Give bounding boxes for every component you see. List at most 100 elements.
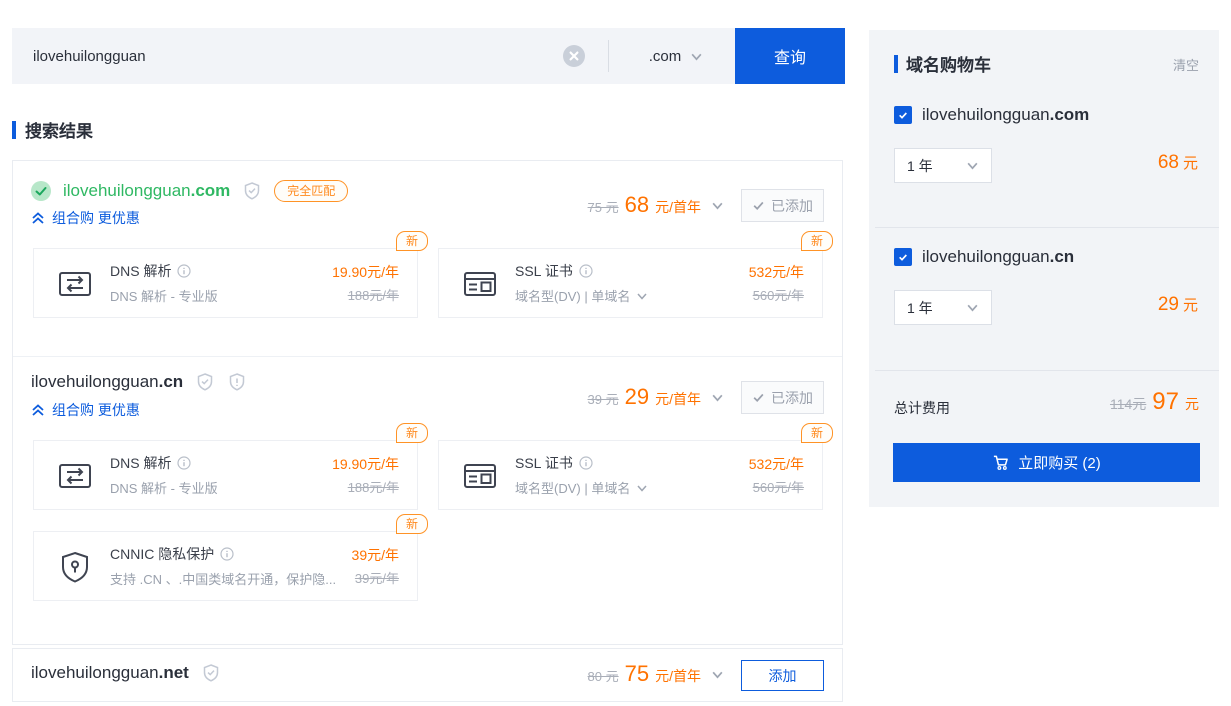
- exact-match-badge: 完全匹配: [274, 180, 348, 202]
- search-bar: .com 查询: [12, 28, 845, 84]
- addon-subtitle: 支持 .CN 、.中国类域名开通，保护隐...: [110, 569, 336, 588]
- tld-selector[interactable]: .com: [620, 28, 732, 84]
- check-icon: [752, 391, 765, 404]
- chevron-down-icon: [636, 482, 648, 494]
- info-icon[interactable]: [177, 264, 191, 278]
- chevron-down-icon: [690, 50, 703, 63]
- new-badge: 新: [396, 514, 428, 534]
- price-expand-chevron-icon[interactable]: [711, 391, 724, 404]
- shield-check-icon[interactable]: [201, 663, 221, 683]
- addon-subtitle: DNS 解析 - 专业版: [110, 478, 218, 497]
- info-icon[interactable]: [579, 264, 593, 278]
- old-price: 39 元: [588, 389, 619, 408]
- info-icon[interactable]: [579, 456, 593, 470]
- dns-icon: [57, 266, 93, 302]
- privacy-shield-icon: [57, 549, 93, 585]
- added-button-cn[interactable]: 已添加: [741, 381, 824, 414]
- price-expand-chevron-icon[interactable]: [711, 668, 724, 681]
- cart-divider: [875, 370, 1219, 371]
- added-button-com[interactable]: 已添加: [741, 189, 824, 222]
- buy-now-button[interactable]: 立即购买 (2): [893, 443, 1200, 482]
- addon-old-price: 560元/年: [753, 477, 804, 496]
- add-button-net[interactable]: 添加: [741, 660, 824, 691]
- new-badge: 新: [801, 231, 833, 251]
- tld-selected-value: .com: [649, 48, 682, 65]
- current-price: 29: [625, 384, 649, 410]
- addon-subtitle: DNS 解析 - 专业版: [110, 286, 218, 305]
- addon-old-price: 188元/年: [348, 285, 399, 304]
- addon-price: 532元/年: [749, 454, 804, 474]
- search-divider: [608, 40, 609, 72]
- double-chevron-up-icon: [31, 211, 45, 225]
- result-domain-net[interactable]: ilovehuilongguan.net: [31, 663, 189, 683]
- title-accent-bar: [894, 55, 898, 73]
- result-row-net-header: ilovehuilongguan.net: [31, 663, 221, 683]
- total-cost-value: 114元 97 元: [1110, 388, 1199, 416]
- current-price: 75: [625, 661, 649, 687]
- addon-card-ssl-cn[interactable]: SSL 证书 域名型(DV) | 单域名 532元/年 560元/年: [438, 440, 823, 510]
- domain-search-page: .com 查询 搜索结果 ilovehuilongguan.com 完全匹配 7…: [0, 0, 1231, 706]
- total-cost-label: 总计费用: [894, 398, 950, 418]
- cart-item-checkbox[interactable]: [894, 248, 912, 266]
- term-select-cn[interactable]: 1 年: [894, 290, 992, 325]
- search-input[interactable]: [12, 28, 552, 84]
- addon-card-dns-cn[interactable]: DNS 解析 DNS 解析 - 专业版 19.90元/年 188元/年: [33, 440, 418, 510]
- price-unit: 元/首年: [655, 389, 701, 409]
- cart-item-com: ilovehuilongguan.com: [894, 105, 1089, 125]
- addon-title: DNS 解析: [110, 261, 191, 281]
- old-price: 80 元: [588, 666, 619, 685]
- total-price: 97: [1152, 388, 1179, 416]
- addon-price: 532元/年: [749, 262, 804, 282]
- price-cluster-cn: 39 元 29 元/首年: [588, 384, 724, 410]
- shield-check-icon[interactable]: [242, 181, 262, 201]
- combo-purchase-link-cn[interactable]: 组合购 更优惠: [31, 400, 140, 420]
- cart-item-cn: ilovehuilongguan.cn: [894, 247, 1074, 267]
- addon-old-price: 39元/年: [355, 568, 399, 587]
- cart-title: 域名购物车: [894, 51, 991, 76]
- price-cluster-net: 80 元 75 元/首年: [588, 661, 724, 687]
- search-results-card: ilovehuilongguan.com 完全匹配 75 元 68 元/首年 已…: [12, 160, 843, 645]
- result-domain-cn[interactable]: ilovehuilongguan.cn: [31, 372, 183, 392]
- title-accent-bar: [12, 121, 16, 139]
- current-price: 68: [625, 192, 649, 218]
- search-query-button[interactable]: 查询: [735, 28, 845, 84]
- addon-subtitle[interactable]: 域名型(DV) | 单域名: [515, 286, 648, 305]
- section-title-text: 搜索结果: [25, 117, 93, 142]
- cart-item-domain: ilovehuilongguan.com: [922, 105, 1089, 125]
- cart-item-checkbox[interactable]: [894, 106, 912, 124]
- price-unit: 元/首年: [655, 197, 701, 217]
- result-row-com-header: ilovehuilongguan.com 完全匹配: [31, 180, 348, 202]
- result-row-net: ilovehuilongguan.net 80 元 75 元/首年 添加: [12, 648, 843, 702]
- ssl-certificate-icon: [462, 458, 498, 494]
- addon-price: 39元/年: [352, 545, 399, 565]
- cart-divider: [875, 227, 1219, 228]
- new-badge: 新: [396, 231, 428, 251]
- combo-purchase-link-com[interactable]: 组合购 更优惠: [31, 208, 140, 228]
- check-icon: [752, 199, 765, 212]
- addon-card-dns-com[interactable]: DNS 解析 DNS 解析 - 专业版 19.90元/年 188元/年: [33, 248, 418, 318]
- result-domain-com[interactable]: ilovehuilongguan.com: [63, 181, 230, 201]
- total-price-unit: 元: [1185, 394, 1199, 414]
- cart-item-price-com: 68元: [1158, 152, 1198, 174]
- addon-old-price: 560元/年: [753, 285, 804, 304]
- new-badge: 新: [396, 423, 428, 443]
- price-expand-chevron-icon[interactable]: [711, 199, 724, 212]
- shield-check-icon[interactable]: [195, 372, 215, 392]
- term-select-com[interactable]: 1 年: [894, 148, 992, 183]
- info-icon[interactable]: [220, 547, 234, 561]
- addon-price: 19.90元/年: [332, 262, 399, 282]
- addon-card-cnnic-cn[interactable]: CNNIC 隐私保护 支持 .CN 、.中国类域名开通，保护隐... 39元/年…: [33, 531, 418, 601]
- domain-cart-panel: 域名购物车 清空 ilovehuilongguan.com 1 年 68元 il…: [869, 30, 1219, 507]
- cart-icon: [992, 454, 1009, 471]
- addon-title: DNS 解析: [110, 453, 191, 473]
- ssl-certificate-icon: [462, 266, 498, 302]
- cart-clear-link[interactable]: 清空: [1173, 55, 1199, 74]
- clear-search-icon[interactable]: [563, 45, 585, 67]
- chevron-down-icon: [966, 159, 979, 172]
- shield-alert-icon[interactable]: [227, 372, 247, 392]
- addon-title: SSL 证书: [515, 261, 593, 281]
- info-icon[interactable]: [177, 456, 191, 470]
- results-section-title: 搜索结果: [12, 117, 93, 142]
- addon-subtitle[interactable]: 域名型(DV) | 单域名: [515, 478, 648, 497]
- addon-card-ssl-com[interactable]: SSL 证书 域名型(DV) | 单域名 532元/年 560元/年: [438, 248, 823, 318]
